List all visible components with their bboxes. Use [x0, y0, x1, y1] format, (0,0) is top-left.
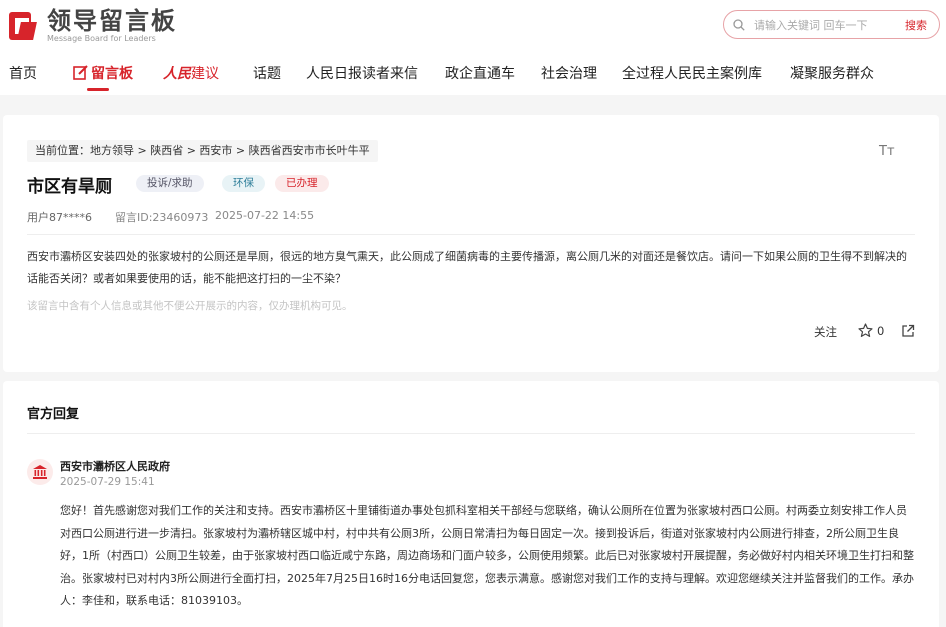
government-building-icon: [27, 459, 53, 485]
renmin-brand-text: 人民: [163, 66, 191, 82]
status-badge: 已办理: [275, 175, 329, 192]
divider: [27, 234, 915, 235]
font-size-icon[interactable]: Tт: [879, 144, 895, 159]
nav-democracy-cases[interactable]: 全过程人民民主案例库: [622, 64, 762, 84]
message-content: 西安市灞桥区安装四处的张家坡村的公厕还是旱厕，很远的地方臭气熏天，此公厕成了细菌…: [27, 250, 907, 285]
tag-domain: 环保: [222, 175, 265, 192]
search-icon: [733, 19, 745, 31]
message-card: 当前位置：地方领导 > 陕西省 > 西安市 > 陕西省西安市市长叶牛平 Tт 市…: [3, 115, 939, 372]
site-logo[interactable]: 领导留言板 Message Board for Leaders: [9, 7, 177, 43]
favorite-button[interactable]: 0: [858, 323, 884, 338]
nav-gov-business[interactable]: 政企直通车: [445, 64, 515, 84]
nav-message-board[interactable]: 留言板: [73, 64, 133, 84]
tag-category: 投诉/求助: [136, 175, 204, 192]
search-button[interactable]: 搜索: [905, 17, 927, 33]
nav-home[interactable]: 首页: [9, 64, 37, 84]
follow-button[interactable]: 关注: [814, 324, 837, 340]
star-count: 0: [877, 323, 885, 338]
logo-mark-icon: [9, 10, 39, 42]
message-id: 留言ID:23460973: [115, 211, 209, 224]
nav-topics[interactable]: 话题: [253, 64, 281, 84]
search-input[interactable]: [754, 16, 894, 34]
author-name: 用户87****6: [27, 211, 92, 224]
share-icon[interactable]: [901, 324, 915, 338]
renmin-suffix: 建议: [191, 66, 219, 82]
nav-reader-letters[interactable]: 人民日报读者来信: [306, 64, 418, 84]
reply-section-title: 官方回复: [27, 407, 80, 422]
pen-icon: [73, 65, 88, 80]
breadcrumb[interactable]: 当前位置：地方领导 > 陕西省 > 西安市 > 陕西省西安市市长叶牛平: [27, 140, 378, 162]
message-time: 2025-07-22 14:55: [215, 209, 315, 222]
nav-social-governance[interactable]: 社会治理: [541, 64, 597, 84]
privacy-note: 该留言中含有个人信息或其他不便公开展示的内容，仅办理机构可见。: [27, 300, 353, 312]
nav-serve-people[interactable]: 凝聚服务群众: [790, 64, 874, 84]
page-title: 市区有旱厕: [27, 177, 112, 197]
divider: [27, 433, 915, 434]
reply-org-name: 西安市灞桥区人民政府: [60, 460, 170, 473]
logo-subtitle: Message Board for Leaders: [47, 34, 156, 43]
official-reply-card: 官方回复 西安市灞桥区人民政府 2025-07-29 15:41 您好！首先感谢…: [3, 381, 939, 627]
reply-time: 2025-07-29 15:41: [60, 476, 155, 488]
search-box: 搜索: [723, 10, 940, 39]
nav-message-board-label: 留言板: [91, 66, 133, 82]
nav-active-underline: [87, 88, 109, 91]
top-header: 领导留言板 Message Board for Leaders 搜索 首页 留言…: [0, 0, 946, 95]
main-nav: 首页 留言板 人民建议 话题 人民日报读者来信 政企直通车 社会治理 全过程人民…: [0, 60, 946, 90]
reply-content: 您好！首先感谢您对我们工作的关注和支持。西安市灞桥区十里铺街道办事处包抓科室相关…: [60, 504, 914, 608]
logo-title: 领导留言板: [47, 7, 177, 35]
nav-renmin-suggestion[interactable]: 人民建议: [163, 64, 219, 84]
star-icon: [858, 323, 873, 337]
